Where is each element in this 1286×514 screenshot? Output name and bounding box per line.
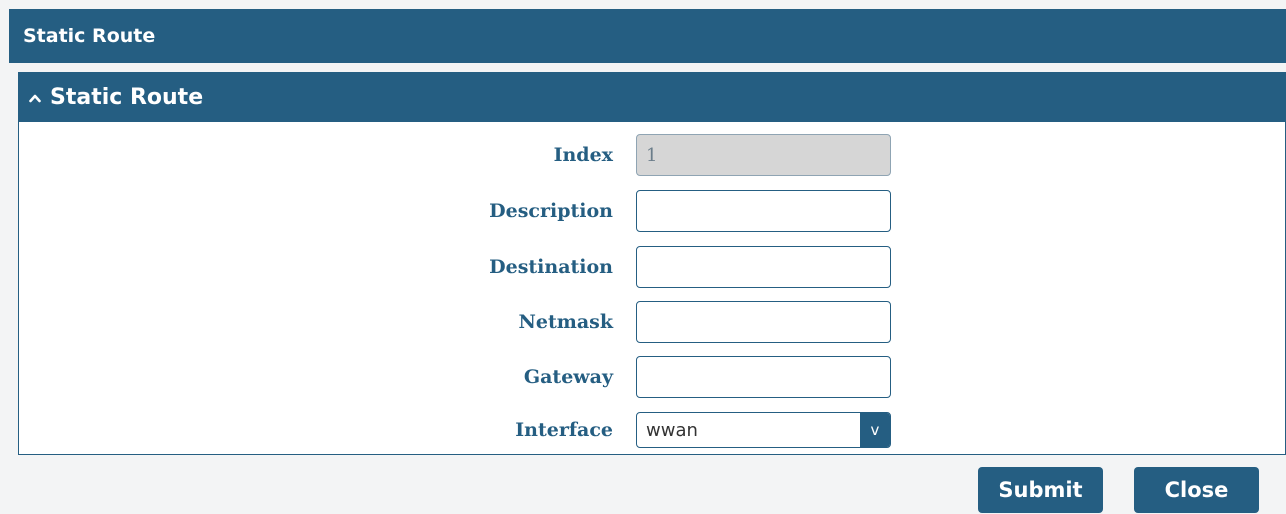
gateway-row: Gateway [19, 356, 1285, 398]
interface-selected-value: wwan [646, 419, 698, 441]
netmask-input[interactable] [636, 301, 891, 343]
index-row: Index [19, 134, 1285, 176]
netmask-label: Netmask [518, 311, 613, 333]
chevron-up-icon[interactable] [29, 92, 41, 104]
interface-label: Interface [515, 419, 613, 441]
destination-input[interactable] [636, 246, 891, 288]
dropdown-arrow-icon[interactable]: v [860, 413, 890, 447]
interface-row: Interface wwan v [19, 412, 1285, 448]
gateway-label: Gateway [523, 366, 613, 388]
submit-button[interactable]: Submit [978, 467, 1103, 513]
interface-select[interactable]: wwan v [636, 412, 891, 448]
close-button[interactable]: Close [1134, 467, 1259, 513]
destination-label: Destination [489, 256, 613, 278]
page-title: Static Route [23, 25, 156, 47]
gateway-input[interactable] [636, 356, 891, 398]
index-field [636, 134, 891, 176]
description-row: Description [19, 190, 1285, 232]
static-route-panel: Static Route Index Description Destinati… [18, 72, 1286, 455]
panel-header[interactable]: Static Route [19, 73, 1285, 122]
destination-row: Destination [19, 246, 1285, 288]
page: Static Route Static Route Index Descript… [9, 9, 1286, 514]
description-input[interactable] [636, 190, 891, 232]
description-label: Description [489, 200, 613, 222]
panel-title: Static Route [50, 85, 204, 110]
page-title-bar: Static Route [9, 9, 1286, 63]
index-label: Index [553, 144, 613, 166]
netmask-row: Netmask [19, 301, 1285, 343]
